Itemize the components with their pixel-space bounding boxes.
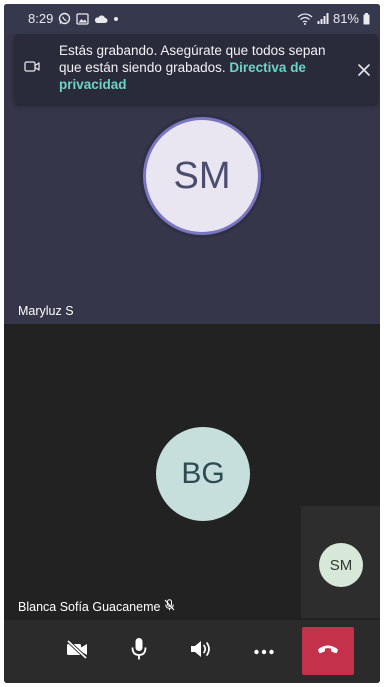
avatar-blanca: BG — [156, 427, 250, 521]
camera-off-button[interactable] — [63, 638, 91, 664]
participant-tile-maryluz[interactable]: 8:29 81% Estás grabando. Asegúrate que t… — [4, 4, 380, 324]
mic-off-icon — [164, 599, 175, 614]
status-time: 8:29 — [28, 11, 54, 26]
wifi-icon — [297, 12, 313, 25]
more-options-icon — [253, 642, 275, 660]
battery-icon — [363, 12, 370, 25]
close-icon[interactable] — [356, 62, 372, 78]
avatar-maryluz: SM — [146, 120, 258, 232]
avatar-self: SM — [319, 543, 363, 587]
whatsapp-icon — [58, 12, 71, 25]
notification-dot-icon — [113, 16, 119, 22]
status-bar: 8:29 81% — [4, 4, 380, 34]
end-call-button[interactable] — [302, 627, 354, 675]
participant-name-maryluz: Maryluz S — [18, 304, 74, 318]
call-controls — [4, 620, 380, 683]
avatar-initials: SM — [173, 154, 231, 197]
speaker-button[interactable] — [187, 638, 215, 664]
video-camera-icon — [24, 60, 40, 78]
participant-name-blanca: Blanca Sofía Guacaneme — [18, 599, 161, 614]
end-call-icon — [316, 642, 340, 660]
participant-label-blanca: Blanca Sofía Guacaneme — [18, 599, 175, 614]
battery-percent: 81% — [332, 11, 359, 26]
cloud-icon — [94, 14, 108, 24]
microphone-button[interactable] — [125, 637, 153, 666]
gallery-icon — [76, 12, 89, 25]
self-view-tile[interactable]: SM — [301, 506, 380, 618]
microphone-icon — [130, 637, 148, 666]
speaker-icon — [189, 639, 213, 664]
more-options-button[interactable] — [250, 638, 278, 664]
signal-icon — [317, 13, 329, 24]
avatar-initials: BG — [181, 457, 225, 490]
camera-off-icon — [65, 639, 89, 664]
banner-text: Estás grabando. Asegúrate que todos sepa… — [59, 42, 344, 93]
recording-banner: Estás grabando. Asegúrate que todos sepa… — [14, 34, 378, 104]
call-screen: 8:29 81% Estás grabando. Asegúrate que t… — [4, 4, 380, 683]
avatar-initials: SM — [329, 556, 353, 574]
